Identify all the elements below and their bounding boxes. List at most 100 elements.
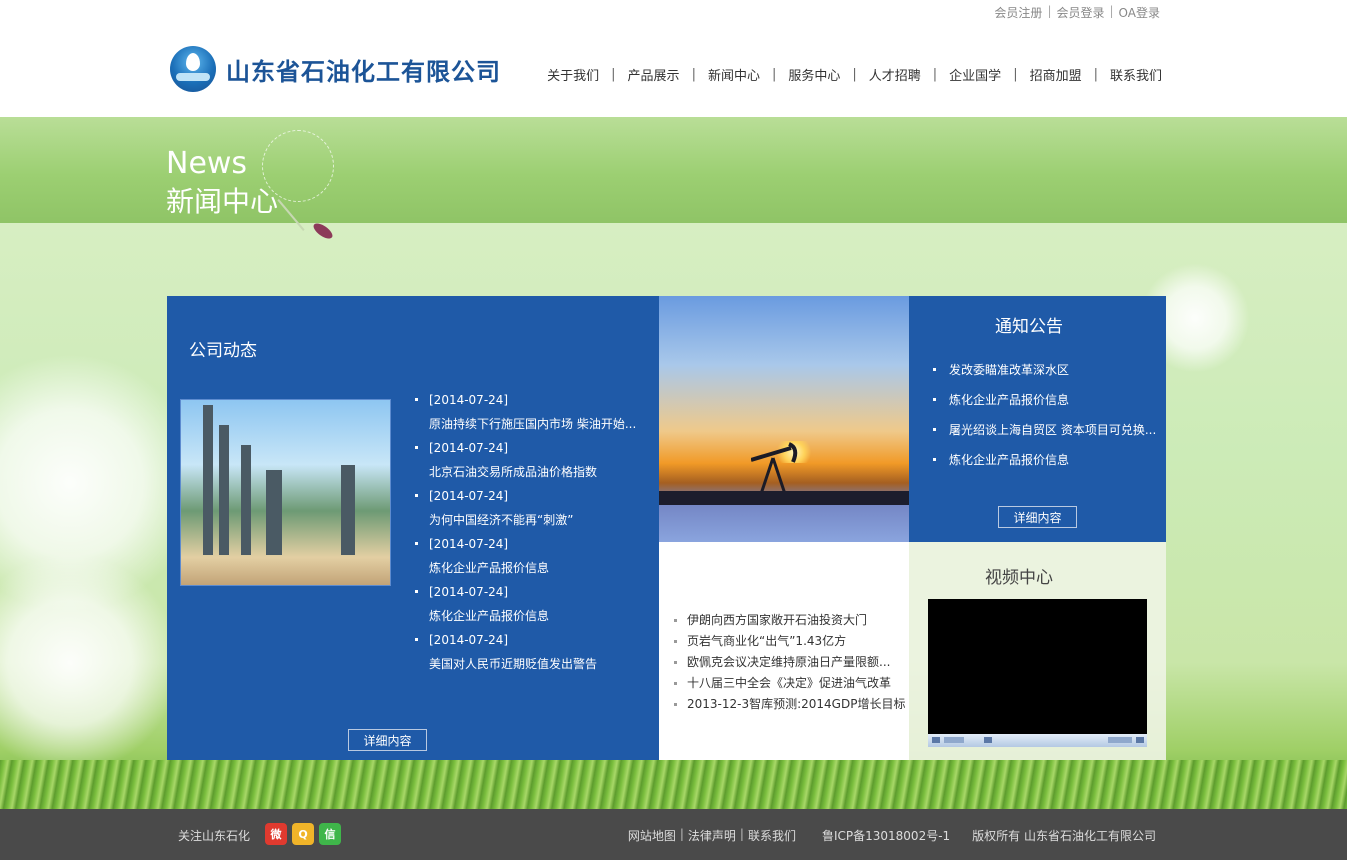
divider: | <box>1013 67 1018 82</box>
company-news-detail-button[interactable]: 详细内容 <box>348 729 427 751</box>
divider: | <box>691 67 696 82</box>
refinery-photo <box>180 399 391 586</box>
tower-shape <box>241 445 251 555</box>
player-controls <box>928 734 1147 747</box>
header: 会员注册 | 会员登录 | OA登录 山东省石油化工有限公司 关于我们 | 产品展… <box>0 0 1347 117</box>
dandelion-puff <box>0 553 180 773</box>
pumpjack-icon <box>751 442 798 495</box>
company-logo[interactable]: 山东省石油化工有限公司 <box>170 46 501 92</box>
copyright: 版权所有 山东省石油化工有限公司 <box>972 829 1156 843</box>
notice-panel: 通知公告 发改委瞄准改革深水区 炼化企业产品报价信息 屠光绍谈上海自贸区 资本项… <box>909 296 1166 542</box>
divider: | <box>771 67 777 82</box>
video-panel: 视频中心 <box>909 542 1166 760</box>
nav-item-about[interactable]: 关于我们 <box>547 65 599 84</box>
list-item[interactable]: [2014-07-24] 美国对人民币近期贬值发出警告 <box>415 628 636 676</box>
news-title[interactable]: 炼化企业产品报价信息 <box>429 556 636 580</box>
horizon-shape <box>659 491 909 505</box>
news-date: [2014-07-24] <box>429 633 509 647</box>
weibo-icon[interactable]: 微 <box>265 823 287 845</box>
company-news-panel: 公司动态 [2014-07-24] 原油持续下行施压国内市场 柴油开始... [2… <box>167 296 659 760</box>
oa-login-link[interactable]: OA登录 <box>1119 4 1160 21</box>
notice-list: 发改委瞄准改革深水区 炼化企业产品报价信息 屠光绍谈上海自贸区 资本项目可兑换.… <box>933 359 1156 479</box>
video-heading: 视频中心 <box>985 568 1053 588</box>
legal-link[interactable]: 法律声明 <box>688 827 736 844</box>
banner-news-en: News <box>166 146 248 181</box>
nav-item-products[interactable]: 产品展示 <box>628 65 680 84</box>
list-item[interactable]: 炼化企业产品报价信息 <box>933 389 1156 419</box>
footer-links: 网站地图 | 法律声明 | 联系我们 鲁ICP备13018002号-1 版权所有… <box>628 827 1156 844</box>
list-item[interactable]: [2014-07-24] 北京石油交易所成品油价格指数 <box>415 436 636 484</box>
news-title[interactable]: 原油持续下行施压国内市场 柴油开始... <box>429 412 636 436</box>
grass-strip <box>0 760 1347 809</box>
tower-shape <box>203 405 213 555</box>
register-link[interactable]: 会员注册 <box>994 4 1042 21</box>
list-item[interactable]: [2014-07-24] 炼化企业产品报价信息 <box>415 532 636 580</box>
industry-news-panel: 伊朗向西方国家敞开石油投资大门 页岩气商业化“出气”1.43亿方 欧佩克会议决定… <box>659 542 909 760</box>
play-icon[interactable] <box>932 737 940 743</box>
news-title[interactable]: 为何中国经济不能再“刺激” <box>429 508 636 532</box>
divider: | <box>1093 67 1098 82</box>
news-date: [2014-07-24] <box>429 489 509 503</box>
nav-item-franchise[interactable]: 招商加盟 <box>1030 65 1082 84</box>
list-item[interactable]: 欧佩克会议决定维持原油日产量限额... <box>674 652 905 673</box>
news-title[interactable]: 炼化企业产品报价信息 <box>429 604 636 628</box>
social-icons: 微 Q 信 <box>265 823 341 845</box>
divider: | <box>932 67 938 82</box>
nav-item-culture[interactable]: 企业国学 <box>949 65 1001 84</box>
oil-pump-photo <box>659 296 909 542</box>
volume-icon[interactable] <box>984 737 992 743</box>
company-news-heading: 公司动态 <box>189 341 257 361</box>
follow-label: 关注山东石化 <box>178 829 251 843</box>
divider: | <box>679 827 684 841</box>
logo-droplet-icon <box>170 46 216 92</box>
industry-news-list: 伊朗向西方国家敞开石油投资大门 页岩气商业化“出气”1.43亿方 欧佩克会议决定… <box>674 610 905 715</box>
divider: | <box>1109 4 1114 18</box>
icp-number: 鲁ICP备13018002号-1 <box>821 829 951 843</box>
list-item[interactable]: 页岩气商业化“出气”1.43亿方 <box>674 631 905 652</box>
qzone-icon[interactable]: Q <box>292 823 314 845</box>
notice-heading: 通知公告 <box>995 317 1063 337</box>
divider: | <box>611 67 616 82</box>
list-item[interactable]: [2014-07-24] 为何中国经济不能再“刺激” <box>415 484 636 532</box>
news-date: [2014-07-24] <box>429 441 509 455</box>
divider: | <box>739 827 744 841</box>
divider: | <box>852 67 857 82</box>
tower-shape <box>266 470 282 555</box>
main-nav: 关于我们 | 产品展示 | 新闻中心 | 服务中心 | 人才招聘 | 企业国学 | 招商加盟… <box>547 65 1162 84</box>
list-item[interactable]: [2014-07-24] 炼化企业产品报价信息 <box>415 580 636 628</box>
list-item[interactable]: 炼化企业产品报价信息 <box>933 449 1156 479</box>
list-item[interactable]: 屠光绍谈上海自贸区 资本项目可兑换... <box>933 419 1156 449</box>
list-item[interactable]: 发改委瞄准改革深水区 <box>933 359 1156 389</box>
top-links: 会员注册 | 会员登录 | OA登录 <box>994 4 1160 21</box>
news-date: [2014-07-24] <box>429 393 509 407</box>
list-item[interactable]: 2013-12-3智库预测:2014GDP增长目标 <box>674 694 905 715</box>
volume-slider[interactable] <box>1108 737 1132 743</box>
nav-item-news[interactable]: 新闻中心 <box>708 65 760 84</box>
tower-shape <box>219 425 229 555</box>
news-date: [2014-07-24] <box>429 537 509 551</box>
divider: | <box>1047 4 1052 18</box>
page-title: 新闻中心 <box>166 185 279 218</box>
news-date: [2014-07-24] <box>429 585 509 599</box>
list-item[interactable]: 伊朗向西方国家敞开石油投资大门 <box>674 610 905 631</box>
nav-item-contact[interactable]: 联系我们 <box>1110 65 1162 84</box>
nav-item-jobs[interactable]: 人才招聘 <box>869 65 921 84</box>
company-news-list: [2014-07-24] 原油持续下行施压国内市场 柴油开始... [2014-0… <box>415 388 636 676</box>
news-title[interactable]: 美国对人民币近期贬值发出警告 <box>429 652 636 676</box>
sitemap-link[interactable]: 网站地图 <box>628 827 676 844</box>
news-title[interactable]: 北京石油交易所成品油价格指数 <box>429 460 636 484</box>
contact-link[interactable]: 联系我们 <box>748 827 796 844</box>
tower-shape <box>341 465 355 555</box>
notice-detail-button[interactable]: 详细内容 <box>998 506 1077 528</box>
footer: 关注山东石化 微 Q 信 网站地图 | 法律声明 | 联系我们 鲁ICP备130… <box>0 809 1347 860</box>
stop-icon[interactable] <box>944 737 964 743</box>
fullscreen-icon[interactable] <box>1136 737 1144 743</box>
list-item[interactable]: [2014-07-24] 原油持续下行施压国内市场 柴油开始... <box>415 388 636 436</box>
nav-item-service[interactable]: 服务中心 <box>788 65 840 84</box>
login-link[interactable]: 会员登录 <box>1056 4 1104 21</box>
wechat-icon[interactable]: 信 <box>319 823 341 845</box>
video-player[interactable] <box>928 599 1147 747</box>
list-item[interactable]: 十八届三中全会《决定》促进油气改革 <box>674 673 905 694</box>
